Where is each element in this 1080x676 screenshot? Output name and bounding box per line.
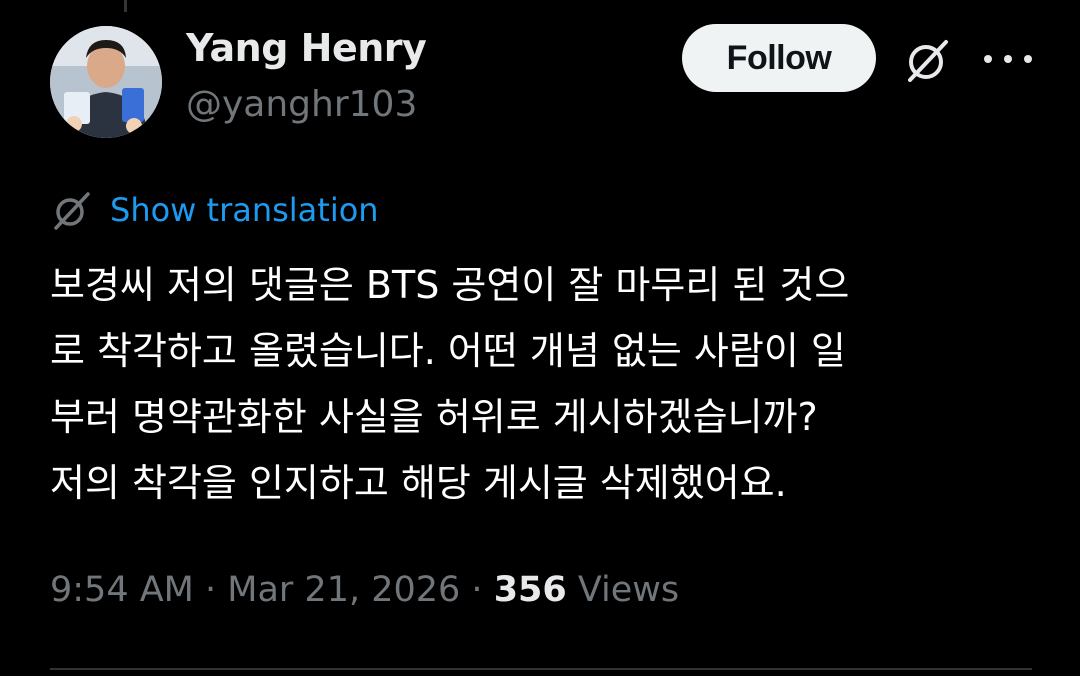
avatar[interactable] [50,26,162,138]
thread-connector-line [124,0,127,12]
dot [984,55,992,63]
dot [1024,55,1032,63]
tweet-text-line: 부러 명약관화한 사실을 허위로 게시하겠습니까? [50,395,818,439]
follow-button[interactable]: Follow [682,24,876,92]
meta-separator: · [193,570,228,610]
tweet-meta: 9:54 AM · Mar 21, 2026 · 356 Views [50,570,679,610]
show-translation-link[interactable]: Show translation [110,191,379,229]
tweet-text: 보경씨 저의 댓글은 BTS 공연이 잘 마무리 된 것으 로 착각하고 올렸습… [50,252,1040,516]
tweet-date[interactable]: Mar 21, 2026 [227,570,460,610]
divider [50,668,1032,670]
tweet-text-line: 보경씨 저의 댓글은 BTS 공연이 잘 마무리 된 것으 [50,263,850,307]
more-dots-icon[interactable] [984,44,1032,74]
meta-separator: · [460,570,494,610]
tweet-text-line: 저의 착각을 인지하고 해당 게시글 삭제했어요. [50,461,787,505]
dot [1004,55,1012,63]
translation-row[interactable]: Show translation [50,188,379,232]
views-label: Views [566,570,680,610]
tweet-time[interactable]: 9:54 AM [50,570,194,610]
tweet-text-line: 로 착각하고 올렸습니다. 어떤 개념 없는 사람이 일 [50,329,846,373]
grok-icon [50,188,94,232]
author-name[interactable]: Yang Henry [186,26,427,70]
grok-icon[interactable] [902,34,954,86]
author-handle[interactable]: @yanghr103 [186,84,417,125]
views-count[interactable]: 356 [494,570,567,610]
